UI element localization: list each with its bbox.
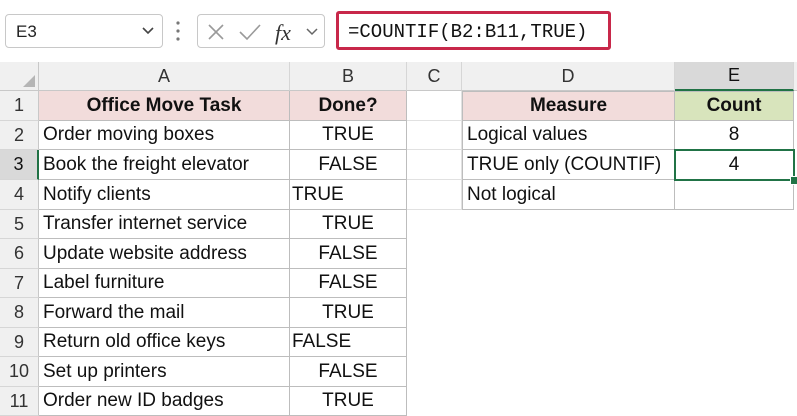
row-header-3[interactable]: 3 [0, 150, 39, 180]
done-cell[interactable]: TRUE [290, 298, 407, 328]
task-cell[interactable]: Return old office keys [39, 328, 290, 357]
count-cell[interactable] [675, 180, 794, 210]
task-cell[interactable]: Order moving boxes [39, 121, 290, 150]
done-cell[interactable]: FALSE [290, 328, 407, 357]
formula-actions: fx [197, 14, 325, 48]
cell-c2[interactable] [407, 121, 462, 150]
formula-bar: E3 fx =COUNTIF(B2:B11,TRUE) [0, 0, 797, 62]
done-cell[interactable]: TRUE [290, 121, 407, 150]
measure-cell[interactable]: Not logical [462, 180, 675, 210]
row-header-7[interactable]: 7 [0, 269, 39, 298]
task-cell[interactable]: Forward the mail [39, 298, 290, 328]
column-header-c[interactable]: C [407, 62, 462, 91]
name-box-value: E3 [16, 22, 37, 41]
done-cell[interactable]: TRUE [290, 210, 407, 239]
count-cell[interactable]: 8 [675, 121, 794, 150]
column-header-d[interactable]: D [462, 62, 675, 91]
row-header-11[interactable]: 11 [0, 387, 39, 416]
row-header-4[interactable]: 4 [0, 180, 39, 210]
count-header[interactable]: Count [675, 91, 794, 121]
chevron-down-icon[interactable] [140, 22, 156, 40]
row-header-6[interactable]: 6 [0, 239, 39, 269]
task-cell[interactable]: Transfer internet service [39, 210, 290, 239]
task-cell[interactable]: Label furniture [39, 269, 290, 298]
formula-input[interactable]: =COUNTIF(B2:B11,TRUE) [336, 11, 611, 50]
cell-c1[interactable] [407, 91, 462, 121]
column-header-a[interactable]: A [39, 62, 290, 91]
insert-function-icon[interactable]: fx [275, 20, 291, 46]
row-header-2[interactable]: 2 [0, 121, 39, 150]
done-cell[interactable]: FALSE [290, 357, 407, 387]
spreadsheet-grid: A B C D E 1 2 3 4 5 6 7 8 9 10 11 Office… [0, 62, 797, 416]
cell-c4[interactable] [407, 180, 462, 210]
task-cell[interactable]: Book the freight elevator [39, 150, 290, 180]
task-cell[interactable]: Update website address [39, 239, 290, 269]
name-box[interactable]: E3 [5, 14, 163, 48]
row-header-10[interactable]: 10 [0, 357, 39, 387]
task-cell[interactable]: Notify clients [39, 180, 290, 210]
fill-handle[interactable] [790, 176, 797, 185]
more-options-icon[interactable] [176, 20, 180, 42]
done-cell[interactable]: FALSE [290, 269, 407, 298]
measure-header[interactable]: Measure [462, 91, 675, 121]
chevron-down-icon[interactable] [304, 21, 320, 43]
done-cell[interactable]: FALSE [290, 150, 407, 180]
task-header[interactable]: Office Move Task [39, 91, 290, 121]
active-cell-outline [674, 149, 795, 181]
select-all-icon [23, 75, 35, 87]
done-cell[interactable]: TRUE [290, 180, 407, 210]
measure-cell[interactable]: Logical values [462, 121, 675, 150]
task-cell[interactable]: Set up printers [39, 357, 290, 387]
select-all-button[interactable] [0, 62, 39, 91]
done-header[interactable]: Done? [290, 91, 407, 121]
enter-check-icon[interactable] [238, 21, 262, 43]
done-cell[interactable]: FALSE [290, 239, 407, 269]
row-header-8[interactable]: 8 [0, 298, 39, 328]
measure-cell[interactable]: TRUE only (COUNTIF) [462, 150, 675, 180]
row-header-9[interactable]: 9 [0, 328, 39, 357]
done-cell[interactable]: TRUE [290, 387, 407, 416]
formula-text: =COUNTIF(B2:B11,TRUE) [348, 21, 588, 43]
column-header-b[interactable]: B [290, 62, 407, 91]
task-cell[interactable]: Order new ID badges [39, 387, 290, 416]
column-header-e[interactable]: E [675, 62, 794, 91]
cancel-icon[interactable] [206, 21, 226, 43]
row-header-1[interactable]: 1 [0, 91, 39, 121]
cell-c3[interactable] [407, 150, 462, 180]
row-header-5[interactable]: 5 [0, 210, 39, 239]
